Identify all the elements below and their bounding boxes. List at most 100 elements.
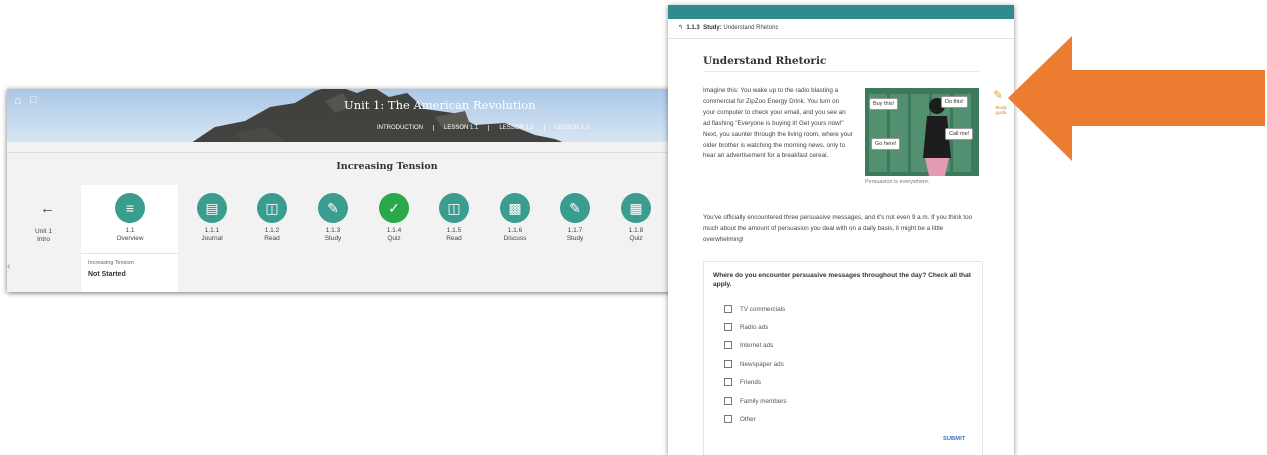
checkbox[interactable]: [724, 378, 732, 386]
activity-label: Study: [566, 235, 584, 242]
option-label: Newspaper ads: [740, 360, 784, 368]
activity-number: 1.1.3: [325, 227, 341, 234]
activity-status-panel: Increasing Tension Not Started: [81, 253, 178, 292]
back-arrow-icon[interactable]: ←: [40, 200, 55, 217]
persuasion-illustration: Buy this! Do this! Call me! Go here!: [865, 88, 979, 176]
option-other[interactable]: Other: [724, 414, 756, 424]
checkbox[interactable]: [724, 397, 732, 405]
pencil-icon[interactable]: ✎: [993, 88, 1003, 102]
activity-number: 1.1.7: [567, 227, 583, 234]
option-family-members[interactable]: Family members: [724, 396, 787, 406]
chevron-left-icon[interactable]: ‹: [7, 261, 10, 272]
option-label: Radio ads: [740, 323, 769, 331]
breadcrumb: ↰ 1.1.3 Study: Understand Rhetoric: [678, 24, 778, 31]
activity-label: Study: [324, 235, 342, 242]
speech-bubble: Call me!: [945, 128, 974, 140]
check-icon: ✓: [379, 193, 409, 223]
submit-button[interactable]: SUBMIT: [943, 436, 965, 442]
option-friends[interactable]: Friends: [724, 377, 761, 387]
book-icon: ◫: [257, 193, 287, 223]
activity-discuss[interactable]: ▩ 1.1.6 Discuss: [485, 193, 545, 243]
lesson-title: Increasing Tension: [336, 161, 438, 172]
option-label: TV commercials: [740, 305, 786, 313]
status-value: Not Started: [88, 271, 126, 278]
tab-introduction[interactable]: INTRODUCTION: [367, 125, 433, 131]
activity-label: Journal: [201, 235, 223, 242]
activity-overview[interactable]: ≡ 1.1 Overview: [100, 193, 160, 243]
up-arrow-icon[interactable]: ↰: [678, 25, 683, 31]
speech-bubble: Go here!: [871, 138, 901, 150]
activity-quiz-complete[interactable]: ✓ 1.1.4 Quiz: [364, 193, 424, 243]
illustration-caption: Persuasion is everywhere.: [865, 179, 930, 185]
question-box: Where do you encounter persuasive messag…: [703, 261, 983, 455]
intro-paragraph: Imagine this: You wake up to the radio b…: [703, 87, 853, 160]
activity-study[interactable]: ✎ 1.1.3 Study: [303, 193, 363, 243]
speech-bubble: Buy this!: [869, 98, 899, 110]
pencil-icon: ✎: [318, 193, 348, 223]
orange-arrow-callout: [1008, 36, 1265, 161]
activity-number: 1.1.2: [264, 227, 280, 234]
unit-banner: ⌂ □ Unit 1: The American Revolution INTR…: [7, 89, 673, 142]
unit-intro-line1: Unit 1: [35, 228, 52, 235]
activity-label: Quiz: [629, 235, 643, 242]
tab-lesson-1-2[interactable]: LESSON 1.2: [488, 125, 543, 131]
checkbox[interactable]: [724, 323, 732, 331]
option-label: Internet ads: [740, 341, 774, 349]
unit-intro-line2: Intro: [36, 236, 50, 243]
tab-lesson-1-3[interactable]: LESSON 1.3: [543, 125, 599, 131]
page-title: Understand Rhetoric: [703, 55, 827, 67]
option-newspaper-ads[interactable]: Newspaper ads: [724, 359, 784, 369]
unit-intro-link[interactable]: Unit 1 Intro: [35, 228, 52, 244]
activity-label: Overview: [116, 235, 144, 242]
header-bar: [668, 5, 1014, 19]
checkbox[interactable]: [724, 305, 732, 313]
option-label: Friends: [740, 378, 761, 386]
divider: [7, 152, 673, 153]
checkbox[interactable]: [724, 341, 732, 349]
home-icon[interactable]: ⌂: [14, 94, 21, 106]
checkbox[interactable]: [724, 415, 732, 423]
speech-bubble: Do this!: [941, 96, 968, 108]
activity-number: 1.1: [125, 227, 135, 234]
breadcrumb-number: 1.1.3: [686, 25, 700, 31]
activity-read[interactable]: ◫ 1.1.2 Read: [242, 193, 302, 243]
activity-number: 1.1.1: [204, 227, 220, 234]
activity-label: Read: [264, 235, 280, 242]
lesson-nav: INTRODUCTION LESSON 1.1 LESSON 1.2 LESSO…: [367, 125, 599, 131]
option-tv-commercials[interactable]: TV commercials: [724, 304, 785, 314]
divider: [703, 71, 979, 72]
option-label: Family members: [740, 397, 787, 405]
activity-number: 1.1.6: [507, 227, 523, 234]
breadcrumb-type: Study:: [703, 25, 722, 31]
statue-banner-image: [192, 89, 563, 142]
body-paragraph: You've officially encountered three pers…: [703, 214, 973, 243]
tab-lesson-1-1[interactable]: LESSON 1.1: [433, 125, 488, 131]
option-internet-ads[interactable]: Internet ads: [724, 340, 773, 350]
activity-label: Read: [446, 235, 462, 242]
activity-label: Discuss: [503, 235, 527, 242]
activity-study[interactable]: ✎ 1.1.7 Study: [545, 193, 605, 243]
activity-journal[interactable]: ▤ 1.1.1 Journal: [182, 193, 242, 243]
pencil-icon: ✎: [560, 193, 590, 223]
quiz-icon: ▦: [621, 193, 651, 223]
activity-number: 1.1.4: [386, 227, 402, 234]
journal-icon: ▤: [197, 193, 227, 223]
chat-icon: ▩: [500, 193, 530, 223]
option-label: Other: [740, 415, 756, 423]
book-icon: ◫: [439, 193, 469, 223]
activity-number: 1.1.5: [446, 227, 462, 234]
breadcrumb-title: Understand Rhetoric: [723, 25, 779, 31]
course-navigator-panel: ⌂ □ Unit 1: The American Revolution INTR…: [7, 89, 673, 292]
checkbox[interactable]: [724, 360, 732, 368]
divider: [668, 38, 1014, 39]
activity-read[interactable]: ◫ 1.1.5 Read: [424, 193, 484, 243]
activity-number: 1.1.8: [628, 227, 644, 234]
list-icon: ≡: [115, 193, 145, 223]
activity-label: Quiz: [387, 235, 401, 242]
activity-quiz[interactable]: ▦ 1.1.8 Quiz: [606, 193, 666, 243]
notebook-icon[interactable]: □: [30, 94, 37, 106]
unit-title: Unit 1: The American Revolution: [344, 98, 536, 112]
question-text: Where do you encounter persuasive messag…: [713, 272, 971, 288]
option-radio-ads[interactable]: Radio ads: [724, 322, 768, 332]
study-page-panel: ↰ 1.1.3 Study: Understand Rhetoric Under…: [668, 5, 1014, 455]
